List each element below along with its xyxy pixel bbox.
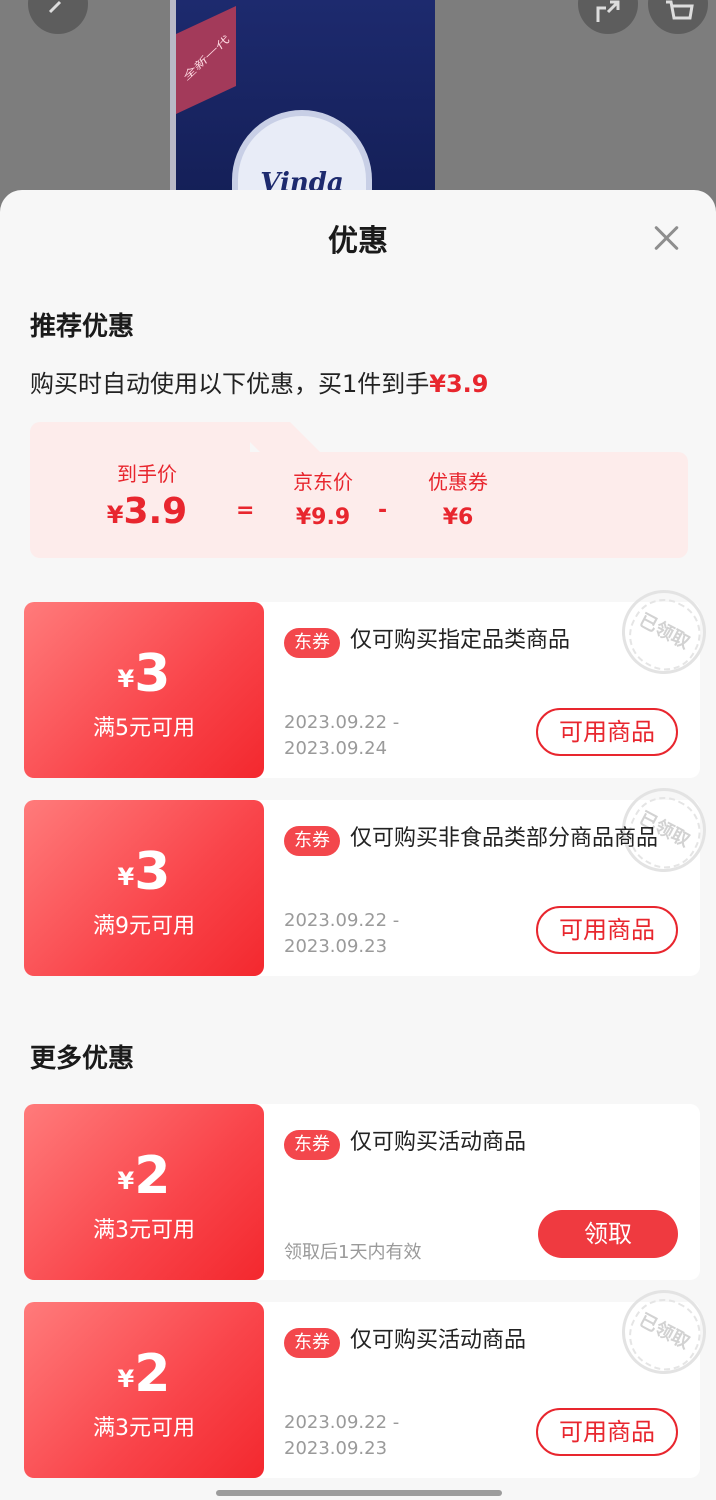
coupon-condition: 满3元可用 xyxy=(93,1218,195,1243)
coupon-dates: 2023.09.22 - 2023.09.23 xyxy=(284,910,400,957)
coupon-tag: 东券 xyxy=(284,1328,340,1358)
equals-sign: = xyxy=(236,498,255,523)
coupon-validity: 领取后1天内有效 xyxy=(284,1242,422,1263)
coupon-description: 仅可购买指定品类商品 xyxy=(350,628,571,653)
coupon-condition: 满3元可用 xyxy=(93,1416,195,1441)
cart-icon xyxy=(666,0,694,20)
back-button[interactable] xyxy=(28,0,88,34)
close-icon[interactable] xyxy=(650,222,682,254)
coupon-description: 仅可购买活动商品 xyxy=(350,1328,527,1353)
auto-apply-text: 购买时自动使用以下优惠，买1件到手¥3.9 xyxy=(30,370,489,398)
coupon-card: ¥2 满3元可用 已领取 东券 仅可购买活动商品 2023.09.22 - 20… xyxy=(24,1275,716,1478)
chevron-left-icon xyxy=(48,0,62,14)
coupon-condition: 满5元可用 xyxy=(93,716,195,741)
auto-apply-price: ¥3.9 xyxy=(429,370,489,398)
coupon-value-panel: ¥2 满3元可用 xyxy=(24,1104,264,1280)
more-section-title: 更多优惠 xyxy=(30,1044,135,1074)
coupon-value-panel: ¥3 满9元可用 xyxy=(24,800,264,976)
jd-price: 京东价 ¥9.9 xyxy=(293,470,353,530)
coupon-card: ¥2 满3元可用 东券 仅可购买活动商品 领取后1天内有效 领取 xyxy=(24,1104,700,1280)
discount-sheet: 优惠 推荐优惠 购买时自动使用以下优惠，买1件到手¥3.9 到手价 ¥3.9 =… xyxy=(0,190,716,1500)
coupon-tag: 东券 xyxy=(284,628,340,658)
coupon-dates: 2023.09.22 - 2023.09.23 xyxy=(284,1412,400,1459)
view-eligible-products-button[interactable]: 可用商品 xyxy=(536,1408,678,1456)
coupon-tag: 东券 xyxy=(284,1130,340,1160)
view-eligible-products-button[interactable]: 可用商品 xyxy=(536,708,678,756)
cart-button[interactable] xyxy=(648,0,708,34)
coupon-dates: 2023.09.22 - 2023.09.24 xyxy=(284,712,400,759)
coupon-card: ¥3 满5元可用 已领取 东券 仅可购买指定品类商品 2023.09.22 - … xyxy=(24,575,716,778)
coupon-description: 仅可购买活动商品 xyxy=(350,1130,527,1155)
share-icon xyxy=(596,0,620,22)
coupon-condition: 满9元可用 xyxy=(93,914,195,939)
coupon-discount: 优惠券 ¥6 xyxy=(428,470,488,530)
home-indicator xyxy=(216,1490,502,1496)
view-eligible-products-button[interactable]: 可用商品 xyxy=(536,906,678,954)
final-price: 到手价 ¥3.9 xyxy=(106,462,188,532)
share-button[interactable] xyxy=(578,0,638,34)
price-breakdown: 到手价 ¥3.9 = 京东价 ¥9.9 - 优惠券 ¥6 xyxy=(30,422,688,558)
coupon-description: 仅可购买非食品类部分商品商品 xyxy=(350,826,659,851)
coupon-card: ¥3 满9元可用 已领取 东券 仅可购买非食品类部分商品商品 2023.09.2… xyxy=(24,773,716,976)
claim-coupon-button[interactable]: 领取 xyxy=(538,1210,678,1258)
sheet-title: 优惠 xyxy=(328,224,388,259)
coupon-value-panel: ¥2 满3元可用 xyxy=(24,1302,264,1478)
recommended-section-title: 推荐优惠 xyxy=(30,312,135,342)
minus-sign: - xyxy=(378,498,388,523)
coupon-value-panel: ¥3 满5元可用 xyxy=(24,602,264,778)
